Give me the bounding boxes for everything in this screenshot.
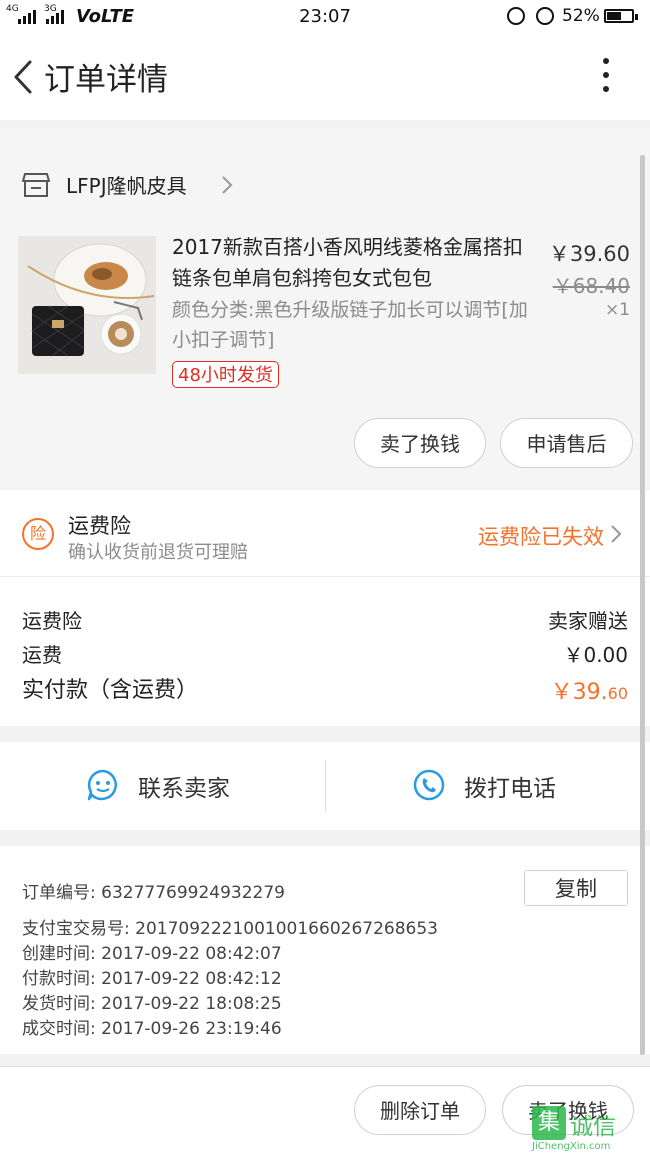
payment-summary: 运费险 卖家赠送 运费 ￥0.00 实付款（含运费） ￥39.60: [0, 576, 650, 726]
phone-icon: [413, 769, 445, 801]
total-value-decimal: 60: [607, 684, 628, 703]
shop-header[interactable]: LFPJ隆帆皮具: [0, 148, 650, 220]
more-options-icon[interactable]: [596, 58, 616, 96]
total-value: ￥39.60: [551, 674, 628, 706]
watermark-text: 诚信: [570, 1114, 616, 1140]
alipay-trade-number: 支付宝交易号: 2017092221001001660267268653: [22, 919, 438, 939]
order-item-card: LFPJ隆帆皮具 2017新款百搭小香风明线菱格金属搭扣链条包单肩包斜挎包女式包…: [0, 128, 650, 490]
insurance-icon: 险: [22, 518, 54, 550]
divider: [325, 760, 326, 812]
section-divider: [0, 120, 650, 128]
insurance-subtitle: 确认收货前退货可理赔: [68, 542, 248, 563]
shipping-fee-value: ￥0.00: [563, 643, 628, 667]
back-arrow-icon[interactable]: [10, 56, 46, 98]
freight-insurance-row[interactable]: 险 运费险 确认收货前退货可理赔 运费险已失效: [0, 490, 650, 576]
watermark-logo: 集 诚信 JiChengXin.com: [532, 1103, 646, 1155]
scrollbar[interactable]: [640, 155, 645, 1055]
total-label: 实付款（含运费）: [22, 678, 199, 703]
chevron-right-icon: [611, 525, 622, 543]
order-info: 订单编号: 63277769924932279 复制 支付宝交易号: 20170…: [0, 846, 650, 1054]
shipping-fee-label: 运费: [22, 643, 62, 667]
contact-bar: 联系卖家 拨打电话: [0, 742, 650, 830]
shop-name: LFPJ隆帆皮具: [66, 174, 187, 198]
sell-item-button[interactable]: 卖了换钱: [354, 418, 486, 468]
product-title[interactable]: 2017新款百搭小香风明线菱格金属搭扣链条包单肩包斜挎包女式包包: [172, 232, 532, 294]
after-sale-button[interactable]: 申请售后: [500, 418, 633, 468]
nav-bar: 订单详情: [0, 34, 650, 120]
created-time: 创建时间: 2017-09-22 08:42:07: [22, 944, 282, 964]
order-number: 订单编号: 63277769924932279: [22, 883, 286, 903]
alarm-icon: [536, 7, 554, 25]
paid-time: 付款时间: 2017-09-22 08:42:12: [22, 969, 282, 989]
shipping-time-badge: 48小时发货: [172, 361, 279, 388]
product-quantity: ×1: [604, 300, 630, 320]
watermark-url: JiChengXin.com: [532, 1141, 611, 1152]
insurance-fee-label: 运费险: [22, 609, 82, 633]
product-sku: 颜色分类:黑色升级版链子加长可以调节[加小扣子调节]: [172, 299, 528, 351]
page-title: 订单详情: [44, 62, 168, 98]
product-price: ￥39.60: [548, 242, 630, 266]
insurance-title: 运费险: [68, 514, 131, 538]
copy-button[interactable]: 复制: [524, 870, 628, 906]
product-image[interactable]: [18, 236, 156, 374]
completed-time: 成交时间: 2017-09-26 23:19:46: [22, 1019, 282, 1039]
product-original-price: ￥68.40: [552, 274, 630, 298]
insurance-status: 运费险已失效: [478, 525, 604, 549]
insurance-fee-value: 卖家赠送: [548, 609, 628, 633]
shipped-time: 发货时间: 2017-09-22 18:08:25: [22, 994, 282, 1014]
total-value-main: ￥39.: [550, 680, 608, 705]
watermark-badge: 集: [532, 1106, 566, 1140]
battery-icon: [604, 9, 638, 23]
chat-bubble-icon: [87, 769, 117, 801]
chevron-right-icon: [222, 176, 233, 194]
contact-seller-button[interactable]: 联系卖家: [138, 769, 230, 803]
battery-percent: 52%: [562, 6, 600, 26]
rotation-lock-icon: [507, 7, 525, 25]
call-phone-button[interactable]: 拨打电话: [464, 769, 556, 803]
delete-order-button[interactable]: 删除订单: [354, 1085, 486, 1135]
store-icon: [22, 173, 50, 197]
status-bar: 4G 3G VoLTE 23:07 52%: [0, 0, 650, 34]
